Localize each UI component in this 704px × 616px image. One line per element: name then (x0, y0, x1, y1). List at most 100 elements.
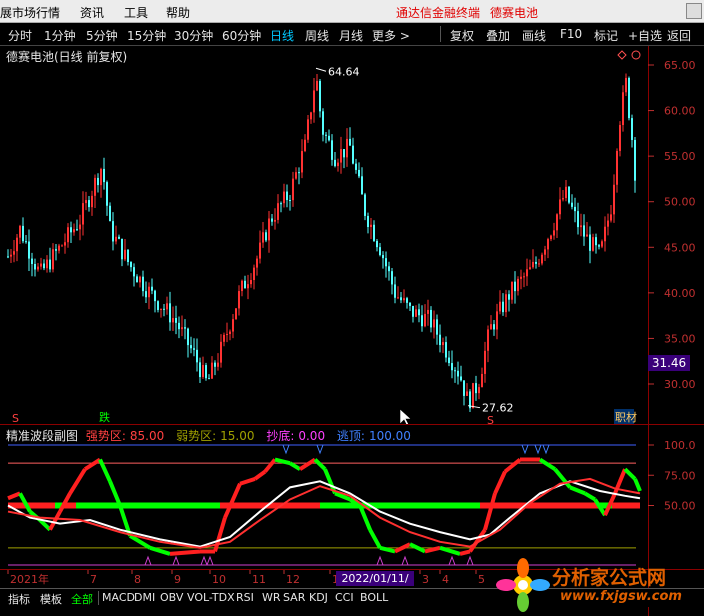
candle-body (220, 341, 222, 363)
candle-body (109, 205, 111, 222)
period-60min[interactable]: 60分钟 (222, 27, 261, 44)
candle-body (424, 313, 426, 327)
candle-body (556, 214, 558, 231)
period-30min[interactable]: 30分钟 (174, 27, 213, 44)
menu-market[interactable]: 展市场行情 (0, 4, 60, 21)
candle-body (289, 199, 291, 201)
candle-body (358, 169, 360, 177)
tab-wr[interactable]: WR (262, 591, 281, 604)
x-tick-label: 3 (422, 573, 429, 586)
period-more[interactable]: 更多 > (372, 27, 410, 44)
y-tick-label: 35.00 (664, 332, 696, 345)
tab-vol-tdx[interactable]: VOL-TDX (187, 591, 235, 604)
tab-boll[interactable]: BOLL (360, 591, 388, 604)
candle-body (355, 163, 357, 170)
candle-body (10, 254, 12, 257)
tab-obv[interactable]: OBV (160, 591, 183, 604)
candle-body (586, 234, 588, 237)
tab-kdj[interactable]: KDJ (309, 591, 328, 604)
tab-cci[interactable]: CCI (335, 591, 354, 604)
tab-rsi[interactable]: RSI (236, 591, 254, 604)
period-daily[interactable]: 日线 (270, 27, 294, 44)
adjust-button[interactable]: 复权 (450, 27, 474, 44)
oscillator-segment (439, 545, 461, 556)
tab-macd[interactable]: MACD (102, 591, 135, 604)
candle-body (163, 308, 165, 310)
candle-body (403, 298, 405, 301)
period-15min[interactable]: 15分钟 (127, 27, 166, 44)
candle-body (511, 281, 513, 300)
ind-y-tick-label: 100.0 (664, 440, 696, 452)
oscillator-segment (633, 478, 642, 492)
menu-tools[interactable]: 工具 (124, 4, 148, 21)
candle-body (391, 271, 393, 285)
candle-body (367, 215, 369, 228)
period-monthly[interactable]: 月线 (339, 27, 363, 44)
overlay-button[interactable]: 叠加 (486, 27, 510, 44)
candle-body (481, 373, 483, 388)
bottom-spike (376, 555, 384, 566)
candle-body (22, 225, 24, 242)
f10-button[interactable]: F10 (560, 27, 582, 41)
oscillator-segment (569, 485, 586, 496)
candle-body (55, 249, 57, 251)
candle-body (31, 258, 33, 265)
candle-body (442, 342, 444, 346)
period-intraday[interactable]: 分时 (8, 27, 32, 44)
mark-button[interactable]: 标记 (594, 27, 618, 44)
y-tick-label: 50.00 (664, 196, 696, 209)
bottom-spike (206, 555, 214, 566)
candle-body (292, 178, 294, 201)
candle-body (277, 203, 279, 220)
candle-body (313, 90, 315, 113)
candle-body (208, 378, 210, 380)
oscillator-segment (169, 549, 201, 556)
bottom-spike (144, 555, 152, 566)
candle-body (325, 134, 327, 136)
candle-body (622, 92, 624, 126)
candle-body (250, 280, 252, 285)
candle-body (268, 218, 270, 241)
candle-body (466, 391, 468, 396)
back-button[interactable]: 返回 (667, 27, 691, 44)
oscillator-segment (83, 457, 102, 471)
oscillator-segment (538, 457, 557, 471)
candle-body (139, 276, 141, 283)
tab-template[interactable]: 模板 (40, 591, 62, 607)
candle-body (112, 221, 114, 242)
menu-news[interactable]: 资讯 (80, 4, 104, 21)
watermark-text: 分析家公式网 (552, 567, 667, 589)
candle-body (202, 365, 204, 378)
candlestick-chart[interactable]: 65.00 60.00 55.00 50.00 45.00 40.00 35.00 30.00… (0, 46, 704, 424)
tab-indicator[interactable]: 指标 (8, 591, 30, 607)
circle-icon (631, 50, 641, 60)
candle-body (421, 315, 423, 327)
add-watchlist-button[interactable]: +自选 (628, 27, 662, 44)
period-5min[interactable]: 5分钟 (86, 27, 118, 44)
candle-body (376, 240, 378, 248)
candle-body (151, 286, 153, 291)
tab-all[interactable]: 全部 (71, 591, 93, 607)
candle-body (28, 241, 30, 259)
candle-body (397, 297, 399, 299)
period-1min[interactable]: 1分钟 (44, 27, 76, 44)
candle-body (226, 334, 228, 336)
bottom-spike (401, 555, 409, 566)
tab-dmi[interactable]: DMI (134, 591, 155, 604)
candle-body (502, 301, 504, 313)
candle-body (544, 249, 546, 255)
candle-body (16, 237, 18, 252)
menu-help[interactable]: 帮助 (166, 4, 190, 21)
window-control-button[interactable] (686, 3, 702, 19)
selected-date-label: 2022/01/11/二 (336, 571, 414, 600)
indicator-chart[interactable]: 100.0 75.00 50.00 (0, 440, 704, 569)
tab-sar[interactable]: SAR (283, 591, 305, 604)
candle-body (451, 363, 453, 371)
period-weekly[interactable]: 周线 (305, 27, 329, 44)
candle-body (547, 239, 549, 250)
draw-button[interactable]: 画线 (522, 27, 546, 44)
candle-body (457, 370, 459, 377)
candle-body (76, 229, 78, 231)
candle-body (463, 380, 465, 396)
candle-body (436, 319, 438, 335)
